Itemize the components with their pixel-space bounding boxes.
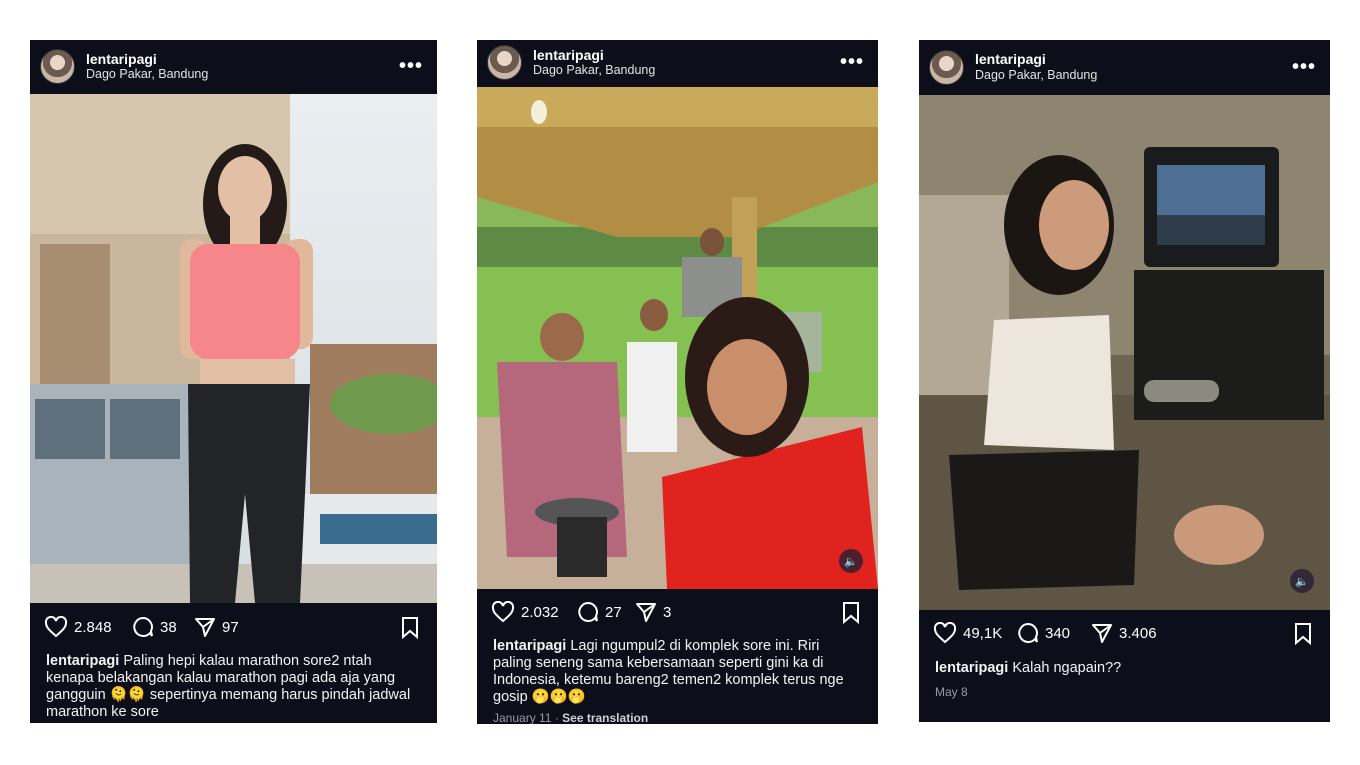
post-photo[interactable]: 🔈	[919, 95, 1330, 610]
avatar[interactable]	[929, 49, 964, 85]
post-photo[interactable]	[30, 94, 437, 603]
send-icon	[195, 618, 215, 637]
more-options-icon[interactable]: •••	[840, 51, 864, 74]
username[interactable]: lentaripagi	[86, 51, 208, 68]
comment-button[interactable]: 38	[132, 616, 177, 638]
location[interactable]: Dago Pakar, Bandung	[975, 68, 1097, 83]
caption: lentaripagi Lagi ngumpul2 di komplek sor…	[493, 638, 858, 706]
comment-count: 27	[605, 603, 622, 621]
like-button[interactable]: 2.032	[491, 601, 559, 623]
like-count: 2.032	[521, 603, 559, 621]
send-icon	[636, 603, 656, 622]
comment-button[interactable]: 27	[577, 601, 622, 623]
share-button[interactable]: 3.406	[1091, 622, 1157, 644]
caption-username[interactable]: lentaripagi	[46, 653, 119, 669]
share-count: 3	[663, 603, 672, 621]
share-count: 97	[222, 618, 239, 636]
speaker-icon[interactable]: 🔈	[839, 549, 863, 573]
heart-icon	[933, 622, 957, 644]
more-options-icon[interactable]: •••	[399, 55, 423, 78]
comment-button[interactable]: 340	[1017, 622, 1070, 644]
comment-count: 340	[1045, 624, 1071, 642]
post-date: January 11	[493, 711, 552, 724]
comment-icon	[578, 601, 598, 622]
caption: lentaripagi Kalah ngapain??	[935, 660, 1310, 677]
post-header: lentaripagi Dago Pakar, Bandung •••	[919, 40, 1330, 94]
like-count: 2.848	[74, 618, 112, 636]
post-photo[interactable]: 🔈	[477, 87, 878, 589]
like-count: 49,1K	[963, 624, 1003, 642]
bookmark-icon[interactable]	[841, 601, 861, 625]
instagram-post-3: lentaripagi Dago Pakar, Bandung ••• 🔈 49	[919, 40, 1330, 722]
location[interactable]: Dago Pakar, Bandung	[86, 67, 208, 82]
bookmark-icon[interactable]	[1293, 622, 1313, 646]
username[interactable]: lentaripagi	[533, 47, 655, 64]
heart-icon	[44, 616, 68, 638]
comment-icon	[133, 616, 153, 637]
action-bar: 2.032 27 3	[477, 598, 878, 628]
post-date: May 8	[935, 685, 968, 699]
like-button[interactable]: 49,1K	[933, 622, 1002, 644]
instagram-post-1: lentaripagi Dago Pakar, Bandung ••• 2.84…	[30, 40, 437, 723]
see-translation-link[interactable]: See translation	[562, 711, 648, 724]
like-button[interactable]: 2.848	[44, 616, 112, 638]
photo-running-woman	[30, 94, 437, 603]
comment-count: 38	[160, 618, 177, 636]
username[interactable]: lentaripagi	[975, 51, 1097, 68]
send-icon	[1092, 624, 1112, 643]
share-button[interactable]: 3	[635, 601, 671, 623]
action-bar: 49,1K 340 3.406	[919, 619, 1330, 649]
caption-username[interactable]: lentaripagi	[493, 638, 566, 654]
caption-text: Kalah ngapain??	[1012, 660, 1122, 676]
bookmark-icon[interactable]	[400, 616, 420, 640]
avatar[interactable]	[40, 49, 75, 84]
location[interactable]: Dago Pakar, Bandung	[533, 63, 655, 78]
speaker-icon[interactable]: 🔈	[1290, 569, 1314, 593]
heart-icon	[491, 601, 515, 623]
action-bar: 2.848 38 97	[30, 613, 437, 643]
avatar[interactable]	[487, 45, 522, 80]
more-options-icon[interactable]: •••	[1292, 56, 1316, 79]
comment-icon	[1018, 622, 1038, 643]
share-count: 3.406	[1119, 624, 1157, 642]
caption: lentaripagi Paling hepi kalau marathon s…	[46, 653, 417, 721]
post-header: lentaripagi Dago Pakar, Bandung •••	[30, 40, 437, 93]
caption-username[interactable]: lentaripagi	[935, 660, 1008, 676]
photo-gaming-woman	[919, 95, 1330, 610]
post-meta: May 8	[935, 685, 968, 699]
post-meta: January 11 · See translation	[493, 711, 649, 724]
post-header: lentaripagi Dago Pakar, Bandung •••	[477, 40, 878, 85]
instagram-post-2: lentaripagi Dago Pakar, Bandung ••• 🔈 2.…	[477, 40, 878, 724]
photo-gazebo-selfie	[477, 87, 878, 589]
share-button[interactable]: 97	[194, 616, 239, 638]
